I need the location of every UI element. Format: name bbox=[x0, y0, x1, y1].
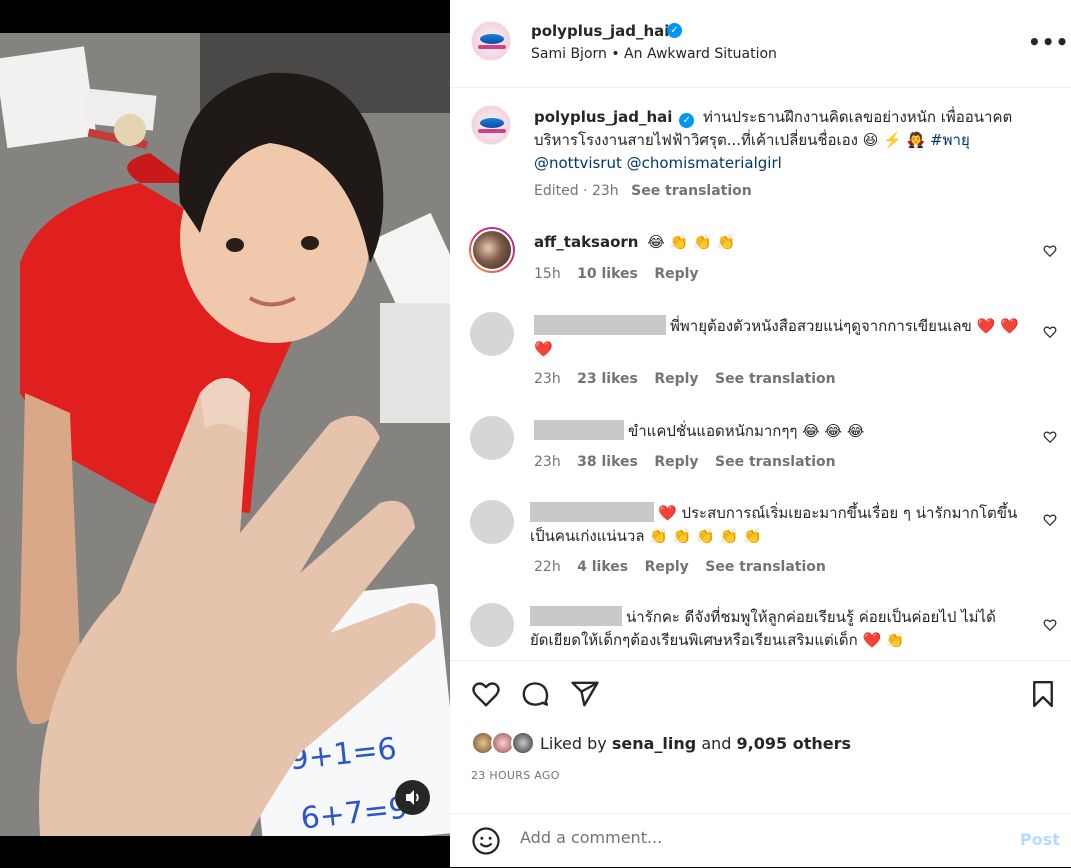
comment-username[interactable]: aff_taksaorn bbox=[534, 233, 638, 251]
comments-scroll-area[interactable]: polyplus_jad_hai ✓ ท่านประธานฝึกงานคิดเล… bbox=[450, 88, 1071, 660]
audio-track[interactable]: Sami Bjorn • An Awkward Situation bbox=[531, 46, 777, 62]
comment-4-meta: 22h 4 likes Reply See translation bbox=[534, 559, 826, 575]
post-header: polyplus_jad_hai ✓ Sami Bjorn • An Awkwa… bbox=[450, 0, 1071, 88]
comment-like-heart-icon[interactable] bbox=[1043, 618, 1057, 632]
comment-3-meta: 23h 38 likes Reply See translation bbox=[534, 454, 836, 470]
emoji-icon[interactable] bbox=[471, 826, 501, 856]
comment-time: 23h bbox=[534, 371, 561, 387]
verified-icon: ✓ bbox=[667, 23, 682, 38]
comment-like-heart-icon[interactable] bbox=[1043, 513, 1057, 527]
comment-2-meta: 23h 23 likes Reply See translation bbox=[534, 371, 836, 387]
commenter-avatar[interactable] bbox=[470, 603, 514, 647]
comment-5: น่ารักคะ ดีจังที่ชมพูให้ลูกค่อยเรียนรู้ … bbox=[530, 606, 1028, 652]
liked-by-summary[interactable]: Liked by sena_ling and 9,095 others bbox=[540, 734, 851, 753]
comment-like-heart-icon[interactable] bbox=[1043, 325, 1057, 339]
liked-by-count[interactable]: 9,095 others bbox=[737, 734, 851, 753]
comment-see-translation[interactable]: See translation bbox=[705, 559, 826, 575]
comment-1: aff_taksaorn 😂 👏 👏 👏 bbox=[534, 231, 1024, 254]
caption-username[interactable]: polyplus_jad_hai bbox=[534, 108, 672, 126]
comment-like-heart-icon[interactable] bbox=[1043, 244, 1057, 258]
post-timestamp[interactable]: 23 HOURS AGO bbox=[471, 769, 560, 782]
post-comment-button[interactable]: Post bbox=[1020, 830, 1060, 849]
caption-see-translation[interactable]: See translation bbox=[631, 183, 752, 199]
post-actions: Liked by sena_ling and 9,095 others 23 H… bbox=[450, 660, 1071, 867]
instagram-post: 6+3 9+1=6 6+7=9 polyplus_jad_hai bbox=[0, 0, 1071, 867]
comment-see-translation[interactable]: See translation bbox=[715, 454, 836, 470]
post-details-panel: polyplus_jad_hai ✓ Sami Bjorn • An Awkwa… bbox=[450, 0, 1071, 867]
bookmark-icon[interactable] bbox=[1028, 679, 1058, 709]
comment-time: 15h bbox=[534, 266, 561, 282]
volume-icon bbox=[406, 790, 419, 805]
commenter-avatar[interactable] bbox=[470, 416, 514, 460]
lips-logo-icon bbox=[480, 34, 504, 44]
comment-like-heart-icon[interactable] bbox=[1043, 430, 1057, 444]
add-comment-bar: Post bbox=[450, 813, 1071, 868]
caption-author-avatar[interactable] bbox=[471, 105, 511, 145]
comment-4: ❤️ ประสบการณ์เริ่มเยอะมากขึ้นเรื่อย ๆ น่… bbox=[530, 502, 1028, 548]
comment-icon[interactable] bbox=[520, 679, 550, 709]
comment-see-translation[interactable]: See translation bbox=[715, 371, 836, 387]
post-caption: polyplus_jad_hai ✓ ท่านประธานฝึกงานคิดเล… bbox=[534, 106, 1054, 175]
author-avatar[interactable] bbox=[471, 21, 511, 61]
comment-2: พี่พายุต้องตัวหนังสือสวยแน่ๆดูจากการเขีย… bbox=[534, 315, 1028, 361]
caption-edited-time: Edited · 23h bbox=[534, 183, 619, 199]
commenter-avatar[interactable] bbox=[470, 500, 514, 544]
lips-logo-icon bbox=[480, 118, 504, 128]
caption-meta: Edited · 23h See translation bbox=[534, 183, 752, 199]
redacted-username bbox=[530, 606, 622, 626]
caption-hashtag[interactable]: #พายุ bbox=[930, 131, 970, 149]
commenter-avatar[interactable] bbox=[470, 312, 514, 356]
liker-avatar[interactable] bbox=[511, 731, 535, 755]
caption-mentions[interactable]: @nottvisrut @chomismaterialgirl bbox=[534, 154, 782, 172]
video-frame-image: 6+3 9+1=6 6+7=9 bbox=[0, 33, 450, 836]
redacted-username bbox=[534, 420, 624, 440]
comment-input[interactable] bbox=[520, 828, 970, 847]
brand-logo-mark bbox=[478, 129, 506, 133]
comment-time: 23h bbox=[534, 454, 561, 470]
commenter-avatar[interactable] bbox=[469, 227, 515, 273]
comment-body: 😂 👏 👏 👏 bbox=[647, 233, 736, 251]
comment-body: ขำแคปชั่นแอดหนักมากๆๆ 😂 😂 😂 bbox=[628, 422, 865, 440]
comment-reply-button[interactable]: Reply bbox=[654, 454, 698, 470]
post-media: 6+3 9+1=6 6+7=9 bbox=[0, 0, 450, 867]
liked-by-and: and bbox=[701, 734, 732, 753]
comment-3: ขำแคปชั่นแอดหนักมากๆๆ 😂 😂 😂 bbox=[534, 420, 1028, 443]
redacted-username bbox=[530, 502, 654, 522]
post-video[interactable]: 6+3 9+1=6 6+7=9 bbox=[0, 33, 450, 836]
more-options-icon[interactable]: ••• bbox=[1028, 30, 1069, 54]
liked-by-user[interactable]: sena_ling bbox=[612, 734, 696, 753]
author-username[interactable]: polyplus_jad_hai bbox=[531, 22, 669, 40]
comment-likes[interactable]: 38 likes bbox=[577, 454, 638, 470]
comment-likes[interactable]: 4 likes bbox=[577, 559, 628, 575]
comment-1-meta: 15h 10 likes Reply bbox=[534, 266, 699, 282]
brand-logo-mark bbox=[478, 45, 506, 49]
comment-likes[interactable]: 23 likes bbox=[577, 371, 638, 387]
volume-button[interactable] bbox=[395, 780, 430, 815]
verified-icon: ✓ bbox=[679, 113, 695, 128]
comment-reply-button[interactable]: Reply bbox=[654, 371, 698, 387]
heart-icon[interactable] bbox=[471, 679, 501, 709]
redacted-username bbox=[534, 315, 666, 335]
comment-time: 22h bbox=[534, 559, 561, 575]
comment-reply-button[interactable]: Reply bbox=[645, 559, 689, 575]
comment-likes[interactable]: 10 likes bbox=[577, 266, 638, 282]
share-icon[interactable] bbox=[570, 679, 600, 709]
liked-by-prefix: Liked by bbox=[540, 734, 607, 753]
comment-reply-button[interactable]: Reply bbox=[654, 266, 698, 282]
